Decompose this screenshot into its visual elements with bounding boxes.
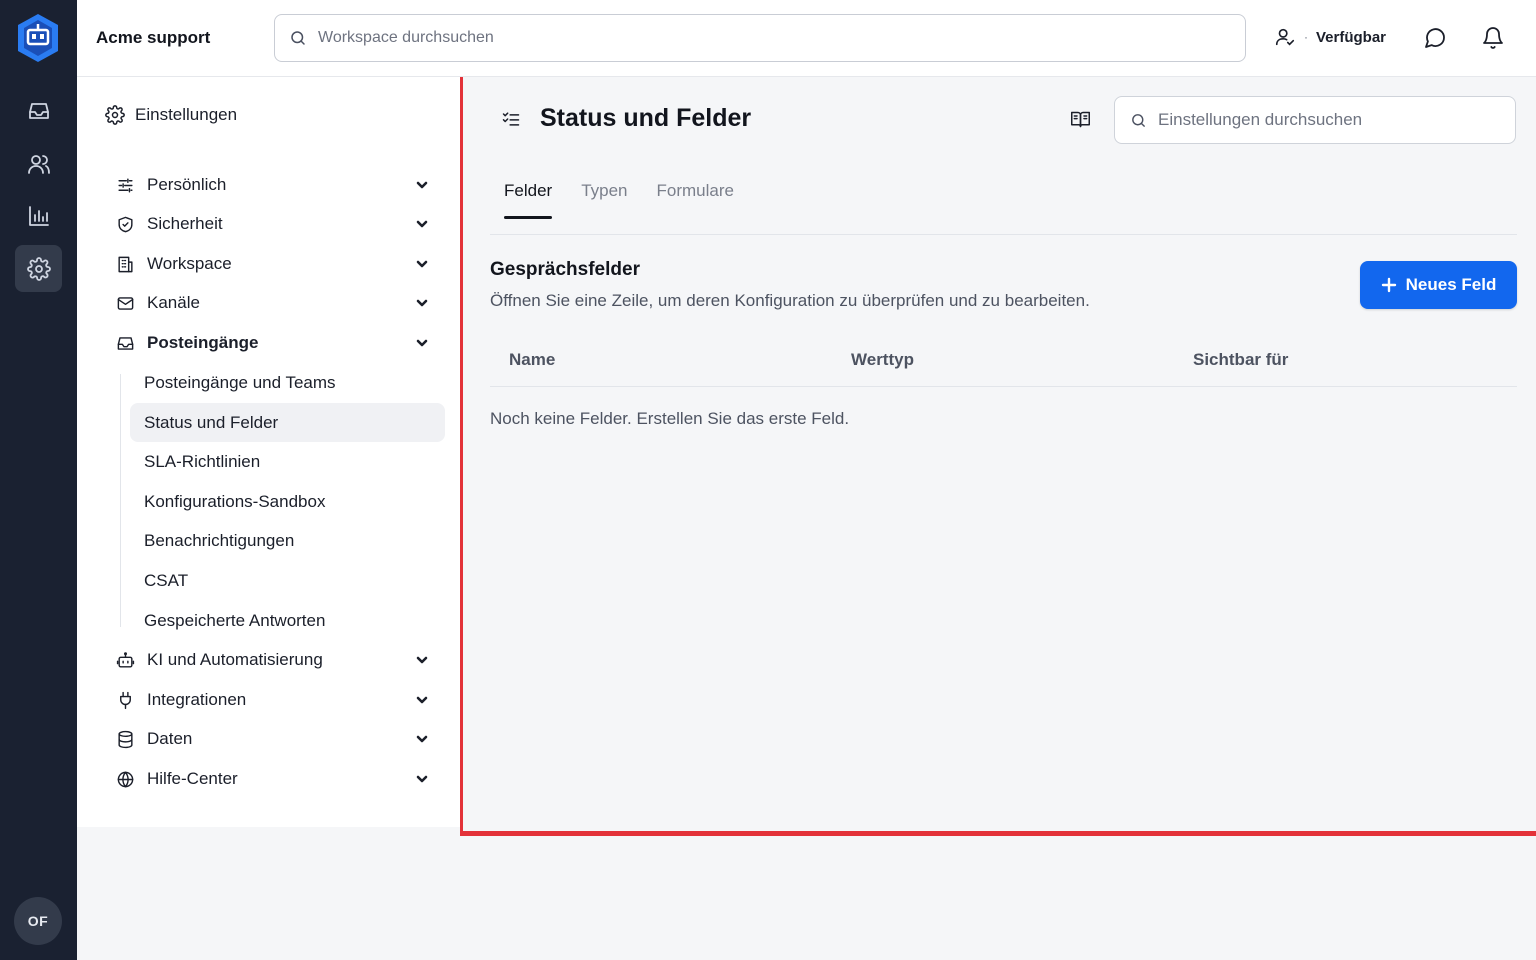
chevron-down-icon	[416, 696, 428, 704]
gear-icon	[26, 256, 51, 281]
users-icon	[27, 154, 50, 174]
user-status-icon	[1275, 28, 1295, 46]
nav-group-integrationen[interactable]: Integrationen	[115, 684, 435, 716]
gear-icon	[105, 105, 125, 125]
nav-group-daten[interactable]: Daten	[115, 723, 435, 755]
nav-group-label: Daten	[147, 729, 193, 748]
search-icon	[291, 31, 305, 45]
shield-icon	[117, 216, 133, 232]
page-title: Status und Felder	[540, 104, 752, 132]
database-icon	[117, 730, 133, 748]
rail-reports-button[interactable]	[15, 192, 62, 239]
chevron-down-icon	[416, 339, 428, 347]
chevron-down-icon	[416, 260, 428, 268]
user-avatar[interactable]: OF	[14, 897, 62, 945]
settings-heading-label: Einstellungen	[135, 105, 238, 124]
column-header-name[interactable]: Name	[509, 350, 555, 370]
column-header-sichtbar-fuer[interactable]: Sichtbar für	[1193, 350, 1288, 370]
sub-item-status-und-felder[interactable]: Status und Felder	[130, 403, 445, 442]
sub-item-csat[interactable]: CSAT	[130, 561, 445, 600]
nav-group-label: Workspace	[147, 254, 232, 273]
plug-icon	[119, 691, 131, 709]
chevron-down-icon	[416, 735, 428, 743]
availability-status[interactable]: · Verfügbar	[1274, 26, 1386, 48]
status-separator: ·	[1304, 30, 1308, 44]
nav-group-ki-und-automatisierung[interactable]: KI und Automatisierung	[115, 644, 435, 676]
new-field-button-label: Neues Feld	[1405, 275, 1497, 294]
main-content: Status und Felder Felder Typen Formulare…	[460, 77, 1536, 836]
building-icon	[117, 256, 133, 272]
tab-typen[interactable]: Typen	[581, 181, 627, 217]
chat-button[interactable]	[1423, 26, 1447, 50]
tab-bar: Felder Typen Formulare	[504, 181, 763, 219]
workspace-search[interactable]	[274, 14, 1246, 62]
new-field-button[interactable]: Neues Feld	[1360, 261, 1517, 309]
tab-felder[interactable]: Felder	[504, 181, 553, 219]
rail-settings-button[interactable]	[15, 245, 62, 292]
empty-state-message: Noch keine Felder. Erstellen Sie das ers…	[490, 409, 850, 428]
sub-item-posteingaenge-und-teams[interactable]: Posteingänge und Teams	[130, 363, 445, 402]
rail-contacts-button[interactable]	[15, 140, 62, 187]
chevron-down-icon	[416, 656, 428, 664]
app-rail: OF	[0, 0, 77, 960]
workspace-search-input[interactable]	[318, 29, 1218, 47]
nav-group-persoenlich[interactable]: Persönlich	[115, 169, 435, 201]
settings-search[interactable]	[1114, 96, 1516, 144]
bot-icon	[116, 651, 134, 668]
nav-group-label: Integrationen	[147, 690, 247, 709]
nav-group-posteingaenge[interactable]: Posteingänge	[115, 327, 435, 359]
mail-icon	[117, 296, 133, 310]
settings-sidebar: Einstellungen Persönlich Sicherheit Work…	[77, 77, 460, 827]
plus-icon	[1381, 277, 1396, 293]
nav-group-label: Persönlich	[147, 175, 227, 194]
workspace-name: Acme support	[96, 28, 211, 47]
app-logo-icon[interactable]	[15, 12, 61, 64]
sub-item-konfigurations-sandbox[interactable]: Konfigurations-Sandbox	[130, 482, 445, 521]
sub-item-benachrichtigungen[interactable]: Benachrichtigungen	[130, 521, 445, 560]
nav-group-label: KI und Automatisierung	[147, 650, 323, 669]
settings-search-input[interactable]	[1158, 110, 1498, 130]
chevron-down-icon	[416, 299, 428, 307]
globe-icon	[117, 771, 133, 787]
chevron-down-icon	[416, 181, 428, 189]
chevron-down-icon	[416, 775, 428, 783]
sub-item-sla-richtlinien[interactable]: SLA-Richtlinien	[130, 442, 445, 481]
nav-group-hilfe-center[interactable]: Hilfe-Center	[115, 763, 435, 795]
checklist-icon	[501, 109, 523, 131]
inbox-icon	[28, 102, 49, 119]
sliders-icon	[117, 177, 133, 193]
rail-inbox-button[interactable]	[15, 87, 62, 134]
nav-group-label: Sicherheit	[147, 214, 223, 233]
tab-formulare[interactable]: Formulare	[657, 181, 734, 217]
chat-bubble-icon	[1425, 28, 1445, 48]
nav-group-kanaele[interactable]: Kanäle	[115, 287, 435, 319]
inbox-icon	[117, 336, 133, 350]
bell-icon	[1483, 27, 1503, 49]
section-title: Gesprächsfelder	[490, 259, 640, 280]
settings-heading: Einstellungen	[105, 105, 237, 125]
nav-group-label: Hilfe-Center	[147, 769, 238, 788]
bar-chart-icon	[28, 205, 49, 226]
nav-group-label: Posteingänge	[147, 333, 259, 352]
sub-item-gespeicherte-antworten[interactable]: Gespeicherte Antworten	[130, 601, 445, 640]
submenu-guide-line	[120, 374, 121, 627]
nav-group-workspace[interactable]: Workspace	[115, 248, 435, 280]
column-header-werttyp[interactable]: Werttyp	[851, 350, 914, 370]
book-open-icon	[1071, 111, 1090, 128]
search-icon	[1132, 113, 1145, 127]
top-bar: Acme support · Verfügbar	[77, 0, 1536, 77]
tabs-divider	[490, 234, 1517, 235]
nav-group-label: Kanäle	[147, 293, 200, 312]
chevron-down-icon	[416, 220, 428, 228]
nav-group-sicherheit[interactable]: Sicherheit	[115, 208, 435, 240]
table-header-divider	[490, 386, 1517, 387]
status-label: Verfügbar	[1316, 28, 1387, 46]
section-description: Öffnen Sie eine Zeile, um deren Konfigur…	[490, 291, 1090, 310]
documentation-button[interactable]	[1070, 109, 1092, 131]
notifications-button[interactable]	[1481, 26, 1505, 50]
